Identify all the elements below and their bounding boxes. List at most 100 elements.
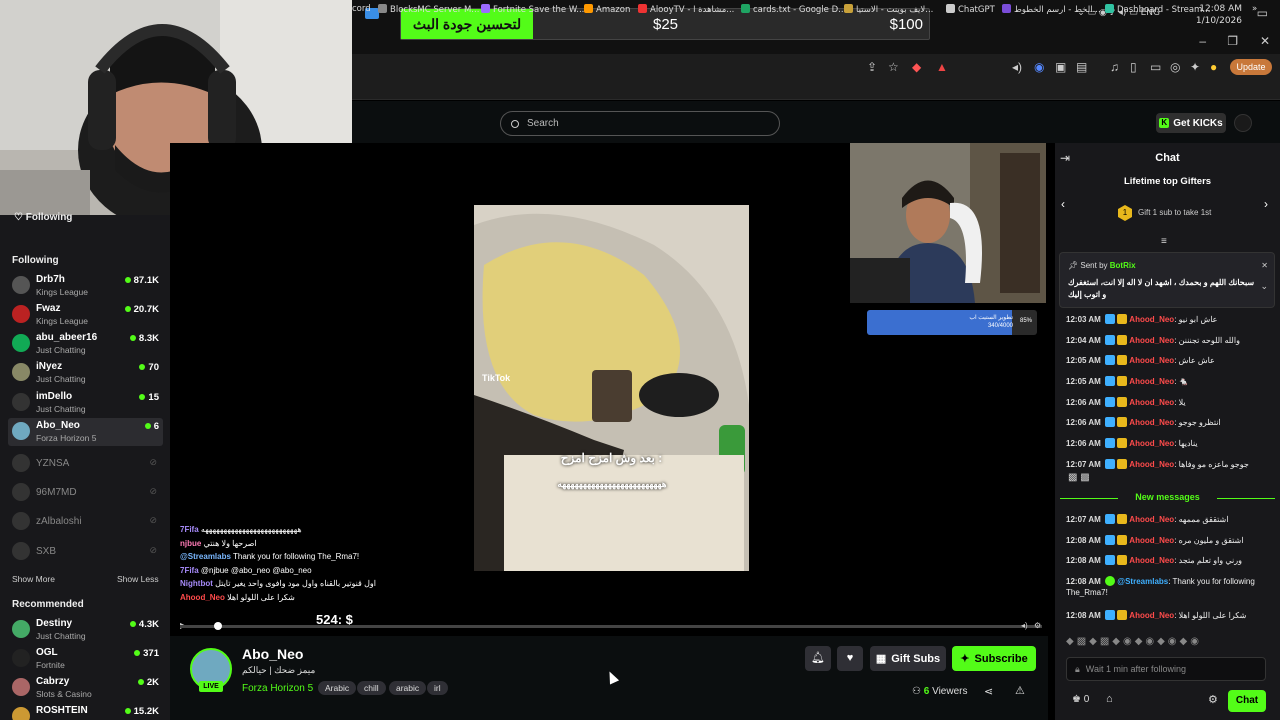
- chat-message[interactable]: 12:04 AM Ahood_Neo: والله اللوحه تجنننن: [1066, 335, 1278, 346]
- tab-icon[interactable]: ▣: [1055, 60, 1066, 74]
- sidebar-icon[interactable]: ▯: [1130, 60, 1137, 74]
- gift-subs-button[interactable]: ▦ Gift Subs: [870, 646, 946, 671]
- unpin-icon[interactable]: ✕: [1261, 261, 1268, 270]
- tag-chip[interactable]: irl: [427, 681, 448, 695]
- tag-chip[interactable]: chill: [357, 681, 386, 695]
- store-icon[interactable]: ⌂: [1106, 693, 1113, 705]
- show-less-link[interactable]: Show Less: [117, 574, 159, 584]
- subscribe-label: Subscribe: [974, 652, 1028, 665]
- channel-game: Kings League: [36, 316, 88, 326]
- overlay-chat-line: Ahood_Neo شكرا على اللولو اهلا: [180, 592, 295, 602]
- vpn-icon[interactable]: ◎: [1170, 60, 1180, 74]
- extension-icon[interactable]: ◉: [1034, 60, 1044, 74]
- chat-message[interactable]: 12:08 AM @Streamlabs: Thank you for foll…: [1066, 576, 1278, 598]
- wallet-icon[interactable]: ▭: [1150, 60, 1161, 74]
- stream-category[interactable]: Forza Horizon 5: [242, 683, 313, 694]
- follow-heart-button[interactable]: ♥: [837, 646, 863, 671]
- chevron-down-icon[interactable]: ⌄: [1260, 281, 1268, 292]
- notification-bell-button[interactable]: 🔔︎: [805, 646, 831, 671]
- channel-name: YZNSA: [36, 458, 70, 469]
- rewards-icon[interactable]: ▲: [936, 60, 948, 74]
- sidebar-channel-offline[interactable]: zAlbaloshi ⊘: [8, 508, 163, 536]
- chat-message[interactable]: 12:03 AM Ahood_Neo: عاش ابو نيو: [1066, 314, 1278, 325]
- sidebar-channel-active[interactable]: Abo_Neo Forza Horizon 5 6: [8, 418, 163, 446]
- overlay-chat-line: Nightbot اول قنوتير بالقناه واول مود واف…: [180, 579, 376, 588]
- new-messages-divider[interactable]: New messages: [1060, 492, 1275, 502]
- gifters-next-icon[interactable]: ›: [1264, 197, 1268, 211]
- volume-icon[interactable]: ◂): [1021, 621, 1028, 630]
- bookmark-item[interactable]: cards.txt - Google D...: [741, 4, 846, 15]
- music-icon[interactable]: ♫: [1110, 60, 1119, 74]
- star-icon[interactable]: ☆: [888, 60, 899, 74]
- sidebar-channel[interactable]: Fwaz Kings League 20.7K: [8, 301, 163, 329]
- bookmark-item[interactable]: BlocksMC Server M...: [378, 4, 479, 15]
- brave-shield-icon[interactable]: ◆: [912, 60, 921, 74]
- update-button[interactable]: Update: [1230, 59, 1272, 75]
- sidebar-channel-offline[interactable]: 96M7MD ⊘: [8, 479, 163, 507]
- sidebar-channel[interactable]: imDello Just Chatting 15: [8, 389, 163, 417]
- chat-message[interactable]: 12:05 AM Ahood_Neo: عاش عاش: [1066, 355, 1278, 366]
- bookmark-item[interactable]: Dashboard - Stream...: [1105, 4, 1210, 15]
- recommended-channel[interactable]: Cabrzy Slots & Casino 2K: [8, 674, 163, 702]
- chat-message[interactable]: 12:05 AM Ahood_Neo: 🐁: [1066, 376, 1278, 387]
- sidebar-channel-offline[interactable]: SXB ⊘: [8, 538, 163, 566]
- bookmark-item[interactable]: Fortnite Save the W...: [481, 4, 584, 15]
- send-chat-button[interactable]: Chat: [1228, 690, 1266, 712]
- scrubber-handle[interactable]: [214, 622, 222, 630]
- close-icon[interactable]: ✕: [1260, 34, 1270, 48]
- kicks-balance[interactable]: ♚ 0: [1072, 694, 1089, 705]
- ai-icon[interactable]: ✦: [1190, 60, 1200, 74]
- emote-bar[interactable]: ◆▩◆▩◆◉◆◉◆◉◆◉: [1066, 636, 1276, 650]
- sidebar-channel[interactable]: iNyez Just Chatting 70: [8, 359, 163, 387]
- maximize-icon[interactable]: ❐: [1227, 34, 1238, 48]
- pinned-message[interactable]: 📌︎ Sent by BotRix سبحانك اللهم و بحمدك ،…: [1059, 252, 1275, 308]
- tag-chip[interactable]: arabic: [389, 681, 427, 695]
- recommended-channel[interactable]: ROSHTEIN 15.2K: [8, 703, 163, 720]
- gifters-hint-text: Gift 1 sub to take 1st: [1138, 208, 1212, 217]
- get-kicks-button[interactable]: K Get KICKs: [1156, 113, 1226, 133]
- sidebar-channel[interactable]: abu_abeer16 Just Chatting 8.3K: [8, 330, 163, 358]
- bookmark-item[interactable]: ChatGPT: [946, 4, 995, 15]
- show-more-link[interactable]: Show More: [12, 574, 55, 584]
- profile-icon[interactable]: ●: [1210, 60, 1217, 74]
- viewers-number: 6: [923, 686, 930, 697]
- expand-icon[interactable]: ≡: [1161, 236, 1167, 247]
- chat-message[interactable]: 12:06 AM Ahood_Neo: يلا: [1066, 397, 1278, 408]
- recommended-channel[interactable]: OGL Fortnite 371: [8, 645, 163, 673]
- sidebar-channel[interactable]: Drb7h Kings League 87.1K: [8, 272, 163, 300]
- report-icon[interactable]: ⚠: [1015, 684, 1025, 697]
- subscribe-button[interactable]: ✦ Subscribe: [952, 646, 1036, 671]
- chat-input[interactable]: 🔒︎ Wait 1 min after following: [1066, 657, 1266, 681]
- bookmarks-overflow-icon[interactable]: »: [1252, 4, 1257, 14]
- kicks-icon: K: [1159, 118, 1170, 128]
- video-scrubber[interactable]: [180, 625, 1042, 628]
- recommended-channel[interactable]: Destiny Just Chatting 4.3K: [8, 616, 163, 644]
- sidebar-following-toggle[interactable]: ♡ Following: [14, 212, 72, 223]
- search-input[interactable]: Search: [500, 111, 780, 136]
- bookmark-item[interactable]: cord: [352, 4, 371, 14]
- chat-message[interactable]: 12:06 AM Ahood_Neo: يناديها: [1066, 438, 1278, 449]
- gifters-prev-icon[interactable]: ‹: [1061, 197, 1065, 211]
- chat-message[interactable]: 12:06 AM Ahood_Neo: انتظرو جوجو: [1066, 417, 1278, 428]
- tag-chip[interactable]: Arabic: [318, 681, 357, 695]
- minimize-icon[interactable]: –: [1199, 34, 1206, 48]
- bookmark-item[interactable]: AlooyTV - مشاهدة ا...: [638, 4, 734, 15]
- streamer-name[interactable]: Abo_Neo: [242, 646, 303, 662]
- bookmark-item[interactable]: الخط - ارسم الخطوط...: [1002, 4, 1101, 15]
- sidebar-channel-offline[interactable]: YZNSA ⊘: [8, 450, 163, 478]
- notification-icon[interactable]: ▭: [1257, 6, 1268, 20]
- share-icon[interactable]: ⋖: [984, 685, 993, 698]
- chat-message[interactable]: 12:08 AM Ahood_Neo: ورني واو تعلم متجد: [1066, 555, 1278, 566]
- chat-message[interactable]: 12:07 AM Ahood_Neo: جوجو ماعزه مو وفاها: [1066, 459, 1278, 470]
- bookmark-item[interactable]: لايف بوينت - الاستيا...: [844, 4, 933, 15]
- chat-message[interactable]: 12:07 AM Ahood_Neo: اشتققق مممهه: [1066, 514, 1278, 525]
- chat-settings-icon[interactable]: ⚙: [1208, 693, 1218, 706]
- chat-message[interactable]: 12:08 AM Ahood_Neo: شكرا على اللولو اهلا: [1066, 610, 1278, 621]
- chat-message[interactable]: 12:08 AM Ahood_Neo: اشتقق و مليون مره: [1066, 535, 1278, 546]
- user-avatar[interactable]: [1234, 114, 1252, 132]
- share-icon[interactable]: ⇪: [867, 60, 877, 74]
- bookmark-item[interactable]: Amazon: [584, 4, 630, 15]
- speaker-icon[interactable]: ◂): [1012, 60, 1022, 74]
- settings-icon[interactable]: ⚙: [1034, 621, 1041, 630]
- reader-icon[interactable]: ▤: [1076, 60, 1087, 74]
